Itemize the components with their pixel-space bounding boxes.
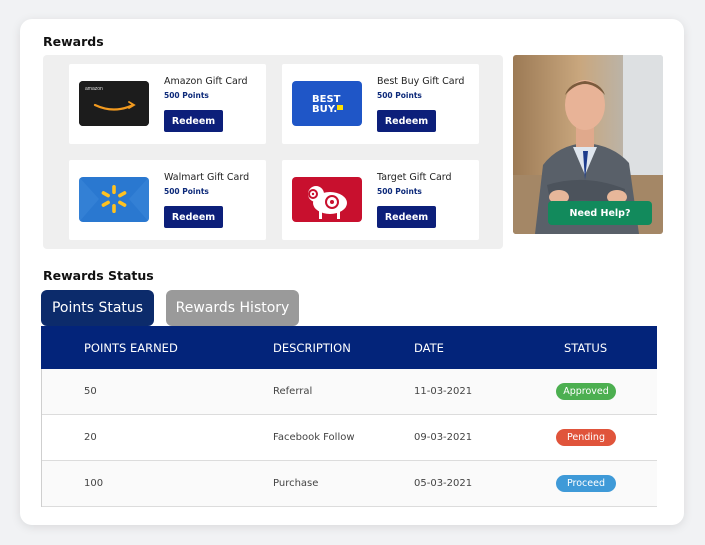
target-card-image: [292, 177, 362, 222]
gift-card-walmart: Walmart Gift Card 500 Points Redeem: [69, 160, 266, 240]
cell-date: 05-03-2021: [414, 478, 473, 489]
tab-points-status[interactable]: Points Status: [41, 290, 154, 326]
gift-card-name: Amazon Gift Card: [164, 76, 248, 87]
status-badge: Proceed: [556, 475, 616, 492]
table-row: 50 Referral 11-03-2021 Approved: [41, 369, 657, 415]
status-badge: Approved: [556, 383, 616, 400]
table-row: 20 Facebook Follow 09-03-2021 Pending: [41, 415, 657, 461]
gift-card-points: 500 Points: [377, 187, 422, 196]
redeem-button-target[interactable]: Redeem: [377, 206, 436, 228]
cell-description: Referral: [273, 386, 313, 397]
rewards-status-title: Rewards Status: [43, 268, 154, 283]
bestbuy-logo-line2: BUY.: [312, 104, 337, 115]
gift-card-points: 500 Points: [377, 91, 422, 100]
points-status-table: POINTS EARNED DESCRIPTION DATE STATUS 50…: [41, 326, 657, 507]
redeem-button-bestbuy[interactable]: Redeem: [377, 110, 436, 132]
gift-card-target: Target Gift Card 500 Points Redeem: [282, 160, 479, 240]
gift-card-name: Target Gift Card: [377, 172, 452, 183]
gift-card-name: Walmart Gift Card: [164, 172, 250, 183]
table-body: 50 Referral 11-03-2021 Approved 20 Faceb…: [41, 369, 657, 507]
cell-date: 11-03-2021: [414, 386, 473, 397]
gift-card-bestbuy: BEST BUY. Best Buy Gift Card 500 Points …: [282, 64, 479, 144]
gift-card-points: 500 Points: [164, 91, 209, 100]
table-divider: [41, 369, 42, 507]
cell-description: Purchase: [273, 478, 319, 489]
column-header-description: DESCRIPTION: [273, 341, 351, 355]
gift-card-points: 500 Points: [164, 187, 209, 196]
cell-points: 50: [84, 386, 97, 397]
redeem-button-walmart[interactable]: Redeem: [164, 206, 223, 228]
gift-card-name: Best Buy Gift Card: [377, 76, 465, 87]
need-help-button[interactable]: Need Help?: [548, 201, 652, 225]
tab-rewards-history[interactable]: Rewards History: [166, 290, 299, 326]
gift-card-amazon: amazon Amazon Gift Card 500 Points Redee…: [69, 64, 266, 144]
cell-date: 09-03-2021: [414, 432, 473, 443]
column-header-status: STATUS: [564, 341, 608, 355]
redeem-button-amazon[interactable]: Redeem: [164, 110, 223, 132]
table-header: POINTS EARNED DESCRIPTION DATE STATUS: [41, 326, 657, 369]
rewards-title: Rewards: [43, 34, 104, 49]
column-header-date: DATE: [414, 341, 444, 355]
walmart-card-image: [79, 177, 149, 222]
cell-points: 100: [84, 478, 104, 489]
cell-description: Facebook Follow: [273, 432, 355, 443]
bestbuy-card-image: BEST BUY.: [292, 81, 362, 126]
status-badge: Pending: [556, 429, 616, 446]
column-header-points: POINTS EARNED: [84, 341, 178, 355]
cell-points: 20: [84, 432, 97, 443]
amazon-logo-text: amazon: [85, 86, 103, 92]
table-row: 100 Purchase 05-03-2021 Proceed: [41, 461, 657, 507]
amazon-card-image: amazon: [79, 81, 149, 126]
gift-cards-panel: amazon Amazon Gift Card 500 Points Redee…: [43, 55, 503, 249]
